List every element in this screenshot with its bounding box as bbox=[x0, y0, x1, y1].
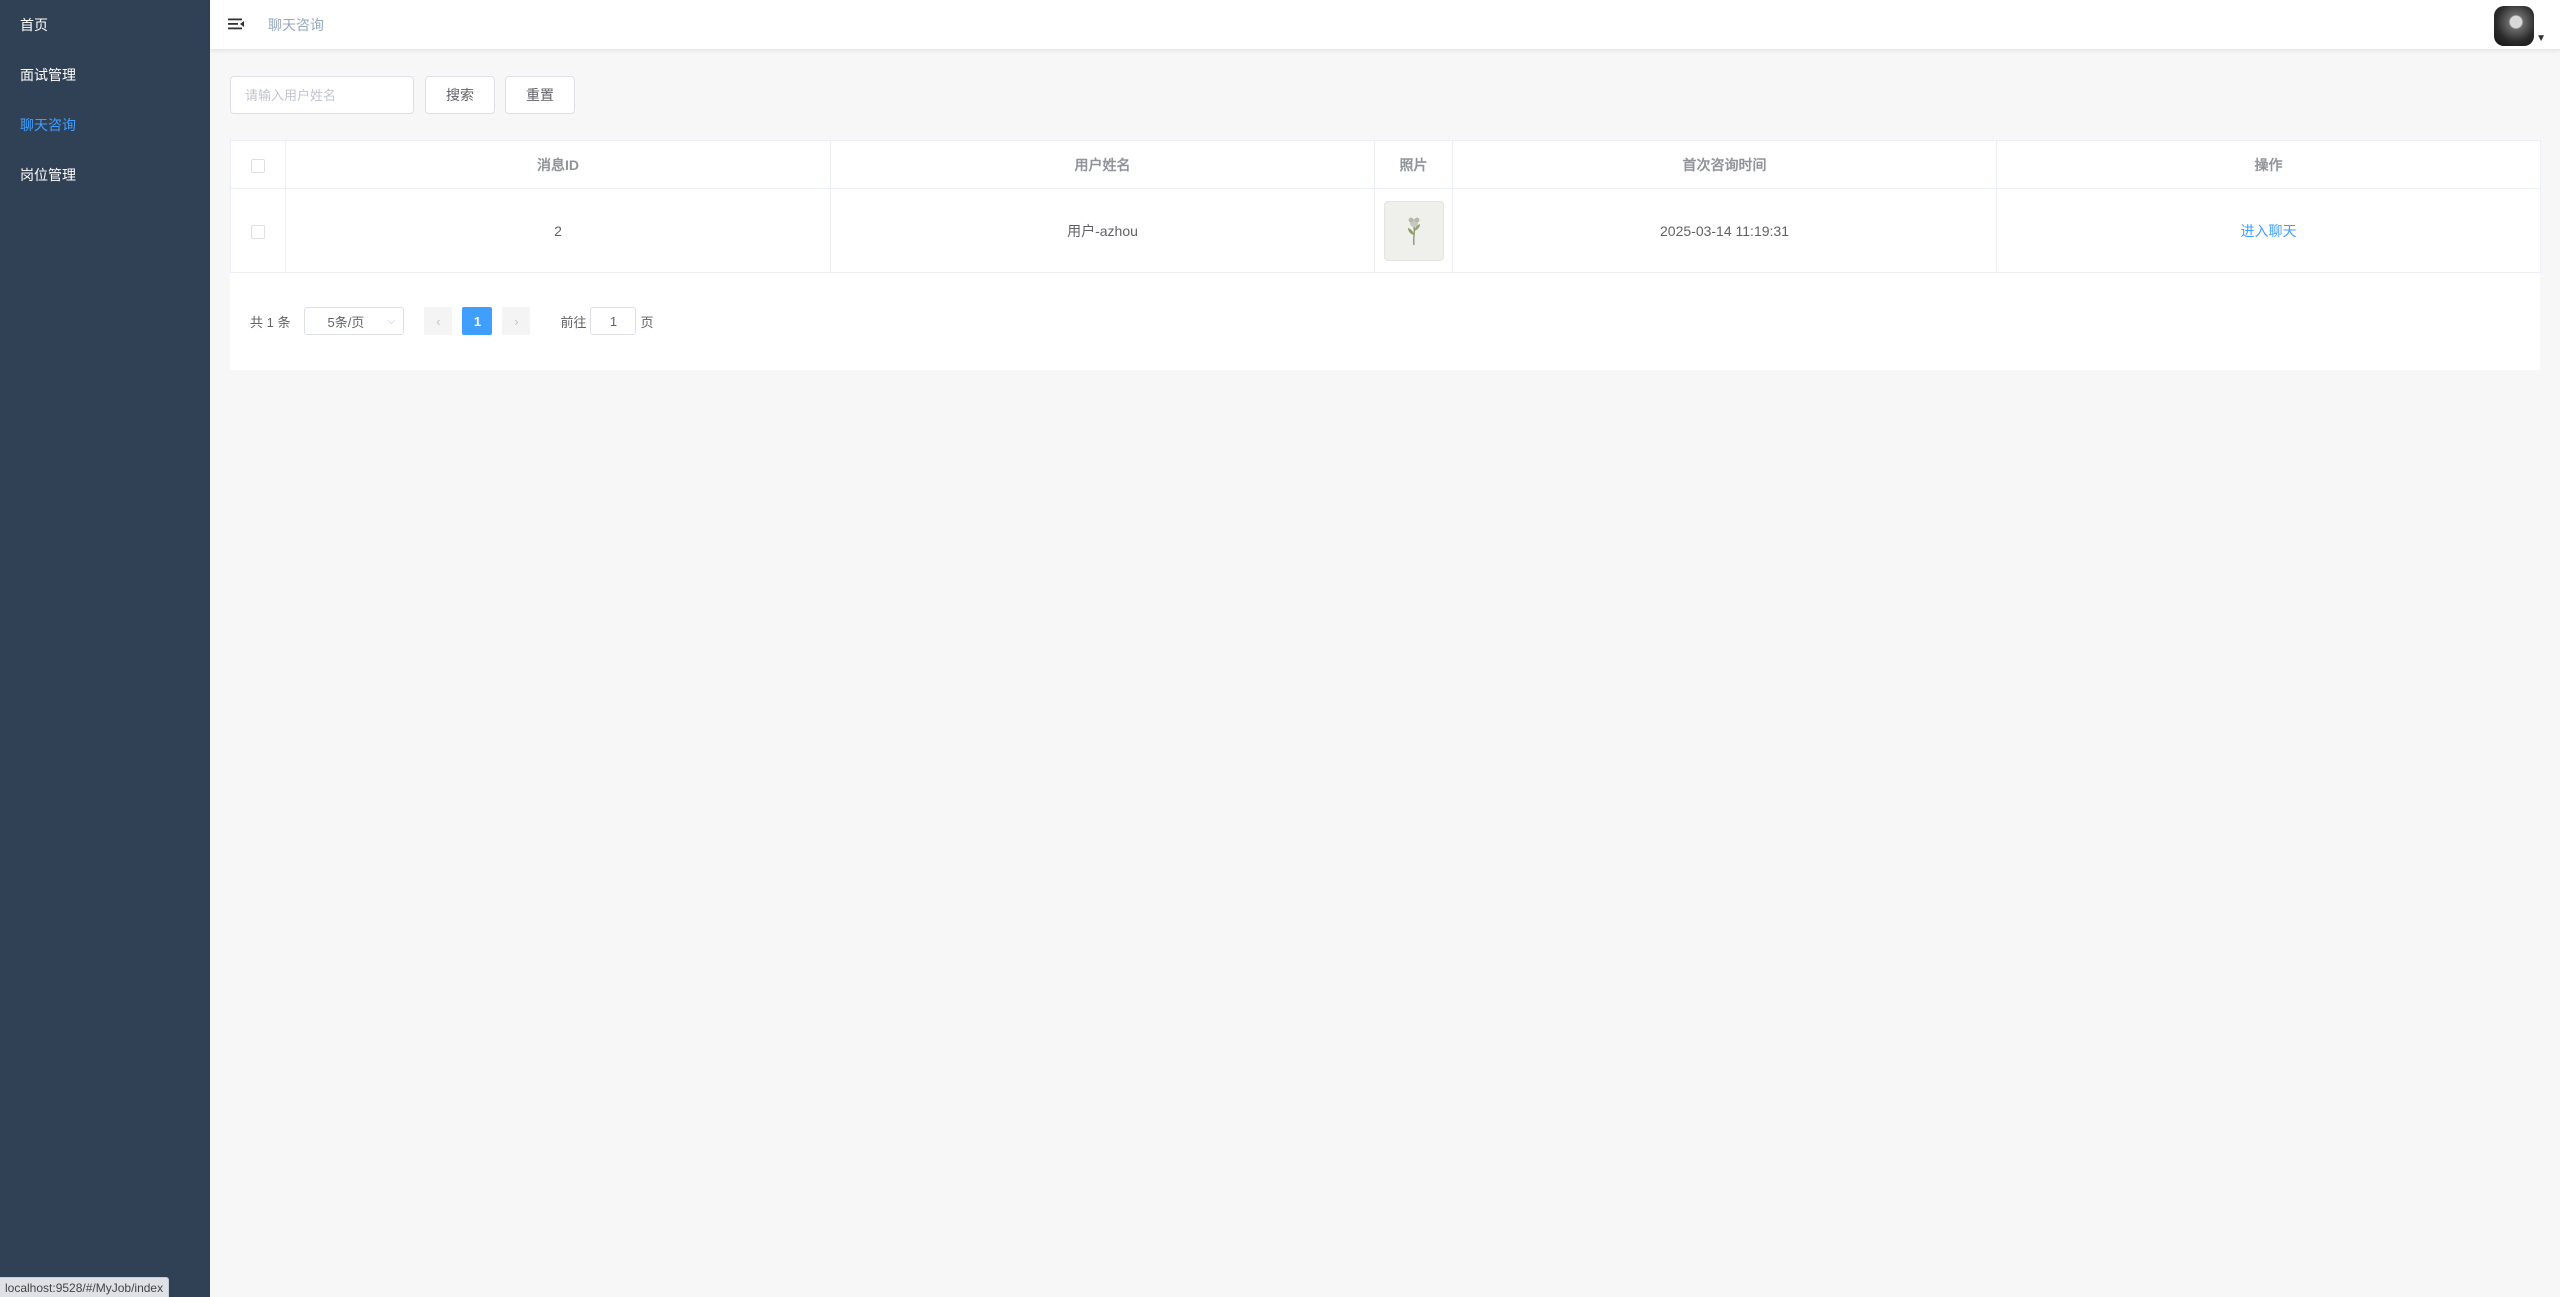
sidebar-item-chat-consult[interactable]: 聊天咨询 bbox=[0, 100, 210, 150]
row-checkbox[interactable] bbox=[251, 224, 265, 239]
chat-table: 消息ID 用户姓名 照片 首次咨询时间 操作 2 用户-azhou 2025-0… bbox=[230, 140, 2541, 273]
table-card: 消息ID 用户姓名 照片 首次咨询时间 操作 2 用户-azhou 2025-0… bbox=[230, 140, 2541, 370]
cell-message-id: 2 bbox=[285, 188, 831, 273]
page-size-value: 5条/页 bbox=[327, 314, 365, 330]
reset-button[interactable]: 重置 bbox=[505, 76, 575, 114]
sidebar-item-home[interactable]: 首页 bbox=[0, 0, 210, 50]
pagination: 共 1 条 5条/页 ⌵ ‹ 1 › 前往 页 bbox=[250, 307, 654, 335]
chevron-down-icon: ⌵ bbox=[387, 314, 396, 327]
table-header-row: 消息ID 用户姓名 照片 首次咨询时间 操作 bbox=[230, 140, 2541, 189]
cell-first-consult-time: 2025-03-14 11:19:31 bbox=[1452, 188, 1997, 273]
search-input[interactable] bbox=[230, 76, 414, 114]
goto-label: 前往 bbox=[560, 314, 587, 330]
sidebar-item-job-management[interactable]: 岗位管理 bbox=[0, 150, 210, 200]
page-jump-input[interactable] bbox=[590, 307, 637, 335]
select-all-cell bbox=[230, 140, 286, 189]
breadcrumb: 聊天咨询 bbox=[268, 17, 324, 33]
table-row: 2 用户-azhou 2025-03-14 11:19:31 进入聊天 bbox=[230, 188, 2541, 273]
flower-image-icon bbox=[1407, 217, 1420, 245]
chevron-right-icon: › bbox=[514, 313, 519, 329]
user-photo-thumbnail[interactable] bbox=[1383, 200, 1444, 261]
prev-page-button[interactable]: ‹ bbox=[424, 307, 453, 335]
column-header-user-name: 用户姓名 bbox=[830, 140, 1375, 189]
navbar: 聊天咨询 ▼ bbox=[210, 0, 2560, 50]
avatar[interactable] bbox=[2494, 6, 2535, 46]
select-all-checkbox[interactable] bbox=[251, 158, 265, 173]
pagination-total: 共 1 条 bbox=[250, 314, 291, 330]
column-header-actions: 操作 bbox=[1996, 140, 2541, 189]
hamburger-icon[interactable] bbox=[226, 15, 246, 35]
column-header-first-consult-time: 首次咨询时间 bbox=[1452, 140, 1997, 189]
next-page-button[interactable]: › bbox=[502, 307, 531, 335]
status-bar-url: localhost:9528/#/MyJob/index bbox=[0, 1277, 170, 1297]
page-jumper: 前往 页 bbox=[560, 307, 654, 335]
user-menu[interactable]: ▼ bbox=[2494, 4, 2546, 46]
cell-user-name: 用户-azhou bbox=[830, 188, 1375, 273]
page-size-select[interactable]: 5条/页 ⌵ bbox=[304, 307, 405, 335]
cell-photo bbox=[1374, 188, 1453, 273]
page-number-button[interactable]: 1 bbox=[462, 307, 493, 335]
column-header-photo: 照片 bbox=[1374, 140, 1453, 189]
enter-chat-link[interactable]: 进入聊天 bbox=[2241, 223, 2297, 239]
search-button[interactable]: 搜索 bbox=[425, 76, 495, 114]
row-select-cell bbox=[230, 188, 286, 273]
chevron-left-icon: ‹ bbox=[436, 313, 441, 329]
caret-down-icon[interactable]: ▼ bbox=[2536, 33, 2546, 44]
page-suffix-label: 页 bbox=[640, 314, 654, 330]
cell-actions: 进入聊天 bbox=[1996, 188, 2541, 273]
sidebar-item-interview-management[interactable]: 面试管理 bbox=[0, 50, 210, 100]
column-header-message-id: 消息ID bbox=[285, 140, 831, 189]
sidebar: 首页 面试管理 聊天咨询 岗位管理 bbox=[0, 0, 210, 1297]
